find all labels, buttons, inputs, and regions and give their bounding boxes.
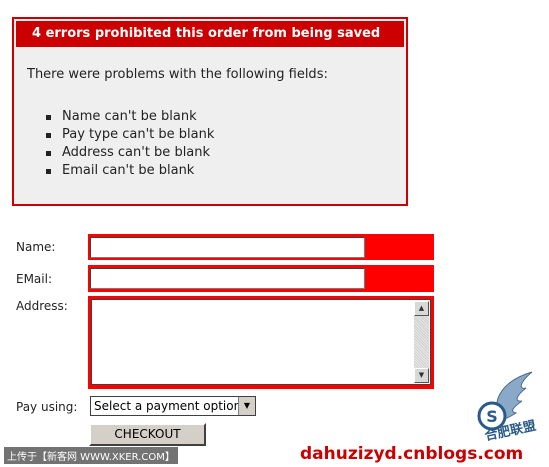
email-field-error-highlight <box>88 265 434 292</box>
error-explanation-box: 4 errors prohibited this order from bein… <box>12 17 408 206</box>
pay-type-select[interactable]: Select a payment option ▼ <box>90 396 256 416</box>
name-input[interactable] <box>90 237 365 258</box>
error-item: Pay type can't be blank <box>46 126 214 144</box>
email-input[interactable] <box>90 268 365 289</box>
upload-watermark: 上传于【新客网 WWW.XKER.COM】 <box>4 447 178 464</box>
error-header: 4 errors prohibited this order from bein… <box>16 21 404 47</box>
error-item: Email can't be blank <box>46 162 214 180</box>
error-item: Name can't be blank <box>46 108 214 126</box>
address-textarea[interactable]: ▲ ▼ <box>91 299 431 385</box>
scroll-down-icon[interactable]: ▼ <box>414 368 429 383</box>
error-list: Name can't be blank Pay type can't be bl… <box>46 108 214 180</box>
address-field-error-highlight: ▲ ▼ <box>88 296 434 389</box>
scroll-up-icon[interactable]: ▲ <box>414 301 429 316</box>
pay-type-label: Pay using: <box>16 400 78 414</box>
site-watermark: dahuzizyd.cnblogs.com <box>300 444 524 464</box>
address-label: Address: <box>16 299 68 313</box>
email-label: EMail: <box>16 272 52 286</box>
checkout-button[interactable]: CHECKOUT <box>89 423 206 446</box>
error-intro-text: There were problems with the following f… <box>27 67 328 82</box>
chevron-down-icon[interactable]: ▼ <box>238 397 255 415</box>
name-field-error-highlight <box>88 234 434 260</box>
name-label: Name: <box>16 240 56 254</box>
pay-type-selected-value: Select a payment option <box>94 399 242 413</box>
error-item: Address can't be blank <box>46 144 214 162</box>
address-scrollbar[interactable]: ▲ ▼ <box>414 301 429 383</box>
